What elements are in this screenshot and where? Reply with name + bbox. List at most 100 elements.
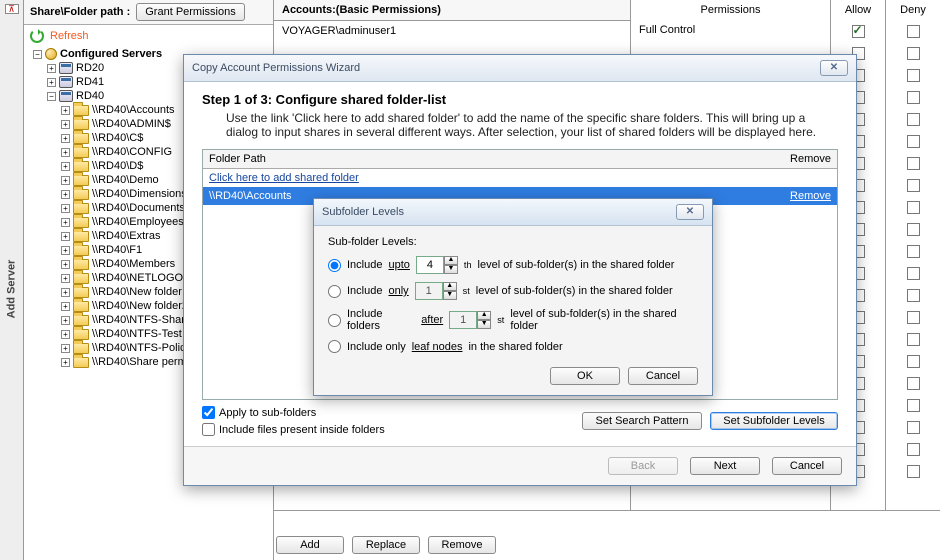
expander-icon[interactable]: + [61,344,70,353]
folder-icon [73,315,89,326]
share-node[interactable]: \\RD40\F1 [92,244,142,256]
include-files-checkbox[interactable]: Include files present inside folders [202,423,566,436]
deny-checkbox[interactable] [907,223,920,236]
expander-icon[interactable]: + [61,134,70,143]
deny-checkbox[interactable] [907,443,920,456]
col-deny: Deny [886,0,940,20]
share-node[interactable]: \\RD40\Accounts [92,104,175,116]
opt-include-after[interactable]: Include folders after ▲▼ st level of sub… [328,308,698,332]
expander-icon[interactable]: + [47,78,56,87]
deny-checkbox[interactable] [907,355,920,368]
opt-include-only[interactable]: Include only ▲▼ st level of sub-folder(s… [328,282,698,300]
after-spinner[interactable]: ▲▼ [449,311,491,329]
expander-icon[interactable]: + [61,162,70,171]
deny-checkbox[interactable] [907,25,920,38]
share-node[interactable]: \\RD40\Extras [92,230,160,242]
cancel-button[interactable]: Cancel [772,457,842,475]
folder-icon [73,133,89,144]
server-node[interactable]: RD20 [76,62,104,74]
share-node[interactable]: \\RD40\NTFS-Policy [92,342,191,354]
expander-icon[interactable]: + [61,246,70,255]
deny-checkbox[interactable] [907,421,920,434]
deny-checkbox[interactable] [907,113,920,126]
share-node[interactable]: \\RD40\Documents [92,202,185,214]
spin-down-icon[interactable]: ▼ [444,265,458,274]
expander-icon[interactable]: + [61,190,70,199]
grant-permissions-button[interactable]: Grant Permissions [136,3,244,21]
expander-icon[interactable]: + [61,204,70,213]
share-node[interactable]: \\RD40\Employees [92,216,184,228]
expander-icon[interactable]: + [47,64,56,73]
share-node[interactable]: \\RD40\CONFIG [92,146,172,158]
deny-checkbox[interactable] [907,311,920,324]
share-node[interactable]: \\RD40\NTFS-Test [92,328,182,340]
deny-checkbox[interactable] [907,69,920,82]
set-subfolder-levels-button[interactable]: Set Subfolder Levels [710,412,838,430]
deny-checkbox[interactable] [907,91,920,104]
expander-icon[interactable]: + [61,120,70,129]
add-button[interactable]: Add [276,536,344,554]
apply-subfolders-checkbox[interactable]: Apply to sub-folders [202,406,566,419]
set-search-pattern-button[interactable]: Set Search Pattern [582,412,702,430]
spin-up-icon[interactable]: ▲ [444,256,458,265]
expander-icon[interactable]: − [47,92,56,101]
expander-icon[interactable]: + [61,302,70,311]
only-spinner[interactable]: ▲▼ [415,282,457,300]
col-folder-path: Folder Path [203,150,767,168]
refresh-link[interactable]: Refresh [50,30,104,42]
expander-icon[interactable]: + [61,358,70,367]
share-node[interactable]: \\RD40\New folder [92,286,182,298]
server-node[interactable]: RD41 [76,76,104,88]
subdlg-cancel-button[interactable]: Cancel [628,367,698,385]
subdlg-ok-button[interactable]: OK [550,367,620,385]
expander-icon[interactable]: + [61,260,70,269]
deny-checkbox[interactable] [907,399,920,412]
deny-checkbox[interactable] [907,179,920,192]
add-server-vertical-tab[interactable]: ⊼ Add Server [0,0,24,560]
share-node[interactable]: \\RD40\NTFS-Share [92,314,191,326]
expander-icon[interactable]: − [33,50,42,59]
share-node[interactable]: \\RD40\Demo [92,174,159,186]
folder-remove-link[interactable]: Remove [761,190,831,202]
server-icon [59,76,73,88]
share-node[interactable]: \\RD40\ADMIN$ [92,118,171,130]
expander-icon[interactable]: + [61,316,70,325]
account-row[interactable]: VOYAGER\adminuser1 [274,21,630,41]
expander-icon[interactable]: + [61,176,70,185]
allow-checkbox[interactable] [852,25,865,38]
next-button[interactable]: Next [690,457,760,475]
deny-checkbox[interactable] [907,201,920,214]
expander-icon[interactable]: + [61,218,70,227]
share-node[interactable]: \\RD40\Members [92,258,175,270]
remove-button[interactable]: Remove [428,536,496,554]
deny-checkbox[interactable] [907,245,920,258]
deny-checkbox[interactable] [907,333,920,346]
deny-checkbox[interactable] [907,157,920,170]
share-node[interactable]: \\RD40\C$ [92,132,143,144]
configured-servers-node[interactable]: Configured Servers [60,48,162,60]
deny-checkbox[interactable] [907,47,920,60]
expander-icon[interactable]: + [61,274,70,283]
wizard-close-button[interactable]: ✕ [820,60,848,76]
server-node[interactable]: RD40 [76,90,104,102]
subdlg-close-button[interactable]: ✕ [676,204,704,220]
deny-checkbox[interactable] [907,377,920,390]
share-node[interactable]: \\RD40\New folder2 [92,300,188,312]
expander-icon[interactable]: + [61,148,70,157]
expander-icon[interactable]: + [61,330,70,339]
deny-checkbox[interactable] [907,289,920,302]
deny-checkbox[interactable] [907,135,920,148]
share-node[interactable]: \\RD40\NETLOGON [92,272,191,284]
share-node[interactable]: \\RD40\D$ [92,160,143,172]
replace-button[interactable]: Replace [352,536,420,554]
expander-icon[interactable]: + [61,106,70,115]
deny-checkbox[interactable] [907,267,920,280]
upto-spinner[interactable]: ▲▼ [416,256,458,274]
share-node[interactable]: \\RD40\Dimensions [92,188,187,200]
add-shared-folder-link[interactable]: Click here to add shared folder [209,172,831,184]
deny-checkbox[interactable] [907,465,920,478]
expander-icon[interactable]: + [61,288,70,297]
opt-include-upto[interactable]: Include upto ▲▼ th level of sub-folder(s… [328,256,698,274]
opt-leaf-nodes[interactable]: Include only leaf nodes in the shared fo… [328,340,698,353]
expander-icon[interactable]: + [61,232,70,241]
